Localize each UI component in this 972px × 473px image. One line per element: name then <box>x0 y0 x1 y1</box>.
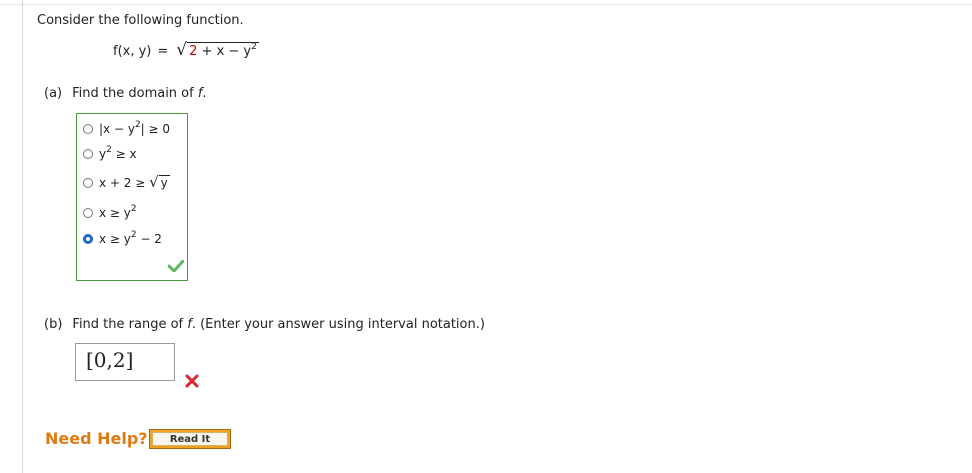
formula-lhs: f(x, y) <box>113 44 152 59</box>
choice-3-label: x + 2 ≥ √ y <box>99 173 170 191</box>
part-a-letter: (a) <box>44 86 63 101</box>
choice-2[interactable]: y2 ≥ x <box>83 145 137 162</box>
choice-2-label: y2 ≥ x <box>99 145 137 162</box>
choice-1-label: |x − y2| ≥ 0 <box>99 120 171 137</box>
radical-sign-icon: √ <box>176 40 188 60</box>
formula-equals: = <box>157 44 169 59</box>
choice-1[interactable]: |x − y2| ≥ 0 <box>83 120 171 137</box>
radio-button[interactable] <box>83 149 93 159</box>
question-page: Consider the following function. f(x, y)… <box>0 0 972 473</box>
left-divider <box>22 0 23 473</box>
part-b-question: (b) Find the range of f. (Enter your answ… <box>44 317 485 332</box>
radicand-exponent: 2 <box>251 42 257 52</box>
part-a-suffix: . <box>202 86 207 101</box>
incorrect-x-icon <box>185 374 199 388</box>
read-it-label: Read It <box>152 432 228 446</box>
correct-check-icon <box>168 260 184 272</box>
radio-button[interactable] <box>83 124 93 134</box>
question-prompt: Consider the following function. <box>37 13 244 28</box>
choice-5-label: x ≥ y2 − 2 <box>99 230 162 247</box>
choice-4-label: x ≥ y2 <box>99 204 137 221</box>
part-b-text: Find the range of <box>72 317 188 332</box>
square-root: √ y <box>149 173 170 191</box>
choice-3[interactable]: x + 2 ≥ √ y <box>83 175 170 190</box>
choice-5[interactable]: x ≥ y2 − 2 <box>83 230 162 247</box>
radicand-terms: + x − y <box>197 44 252 59</box>
radio-button[interactable] <box>83 208 93 218</box>
domain-choices: |x − y2| ≥ 0 y2 ≥ x x + 2 ≥ √ y x ≥ y2 x … <box>76 113 188 281</box>
part-a-question: (a) Find the domain of f. <box>44 86 207 101</box>
square-root: √ 2 + x − y2 <box>176 42 259 59</box>
function-formula: f(x, y) = √ 2 + x − y2 <box>113 42 259 59</box>
range-answer-value: [0,2] <box>86 348 134 372</box>
radio-button[interactable] <box>83 177 93 188</box>
top-divider <box>0 4 972 5</box>
need-help-label: Need Help? <box>45 429 148 448</box>
part-b-letter: (b) <box>44 317 63 332</box>
part-b-suffix: . (Enter your answer using interval nota… <box>191 317 485 332</box>
read-it-button[interactable]: Read It <box>149 429 231 449</box>
radio-button-selected[interactable] <box>83 234 93 244</box>
radicand: 2 + x − y2 <box>187 42 259 59</box>
radical-sign-icon: √ <box>149 173 159 191</box>
part-a-text: Find the domain of <box>72 86 198 101</box>
range-answer-field[interactable]: [0,2] <box>75 343 175 381</box>
choice-4[interactable]: x ≥ y2 <box>83 204 137 221</box>
